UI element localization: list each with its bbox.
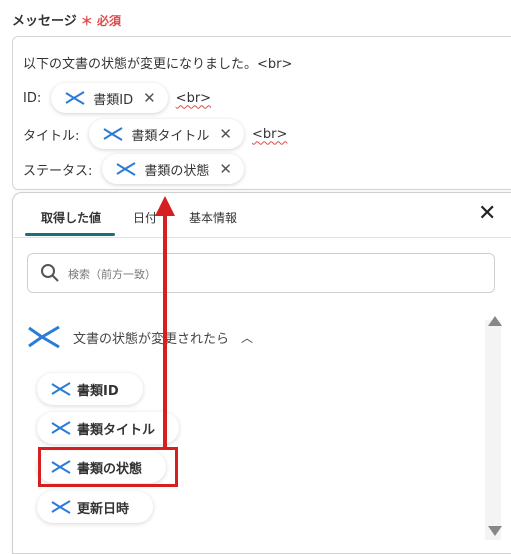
message-line-3: タイトル: 書類タイトル ✕ <br>	[23, 119, 287, 149]
message-textarea[interactable]: 以下の文書の状態が変更になりました。<br> ID: 書類ID ✕ <br> タ…	[12, 36, 511, 190]
annotation-arrow-head	[155, 196, 175, 216]
remove-icon[interactable]: ✕	[219, 160, 232, 178]
remove-icon[interactable]: ✕	[219, 125, 232, 143]
app-logo-icon	[51, 421, 71, 435]
message-line-2: ID: 書類ID ✕ <br>	[23, 83, 211, 113]
app-logo-icon	[65, 91, 85, 105]
remove-icon[interactable]: ✕	[143, 89, 156, 107]
list-item-doc-title[interactable]: 書類タイトル	[37, 412, 180, 444]
variable-chip-doc-title[interactable]: 書類タイトル ✕	[89, 119, 244, 149]
active-tab-indicator	[25, 233, 115, 236]
search-icon	[41, 264, 59, 282]
tab-retrieved-values[interactable]: 取得した値	[41, 209, 101, 226]
app-logo-icon	[51, 500, 71, 514]
scroll-up-icon[interactable]	[488, 316, 502, 326]
close-icon[interactable]: ✕	[478, 203, 496, 225]
scrollbar-track[interactable]	[485, 320, 501, 540]
annotation-arrow-shaft	[163, 212, 167, 448]
tab-date[interactable]: 日付	[133, 209, 157, 226]
variable-chip-doc-status[interactable]: 書類の状態 ✕	[102, 154, 244, 184]
search-placeholder: 検索（前方一致）	[68, 268, 156, 281]
app-logo-icon	[28, 325, 60, 349]
variable-picker-panel: 取得した値 日付 基本情報 ✕ 検索（前方一致） 文書の状態が変更されたら ︿ …	[12, 192, 511, 554]
chevron-up-icon[interactable]: ︿	[241, 329, 253, 346]
tab-basic-info[interactable]: 基本情報	[189, 209, 237, 226]
list-item-doc-id[interactable]: 書類ID	[37, 373, 143, 405]
app-logo-icon	[51, 382, 71, 396]
list-item-updated-at[interactable]: 更新日時	[37, 491, 154, 523]
field-label-text: メッセージ	[12, 14, 77, 29]
message-line-4: ステータス: 書類の状態 ✕	[23, 154, 244, 184]
variable-chip-doc-id[interactable]: 書類ID ✕	[51, 83, 168, 113]
trigger-group-header[interactable]: 文書の状態が変更されたら ︿	[27, 325, 253, 349]
message-field-label: メッセージ＊ 必須	[12, 10, 121, 29]
highlight-box	[38, 447, 178, 487]
group-title: 文書の状態が変更されたら	[73, 331, 230, 347]
required-mark: ＊ 必須	[80, 14, 121, 28]
scroll-down-icon[interactable]	[488, 526, 502, 536]
app-logo-icon	[103, 127, 123, 141]
message-line-1: 以下の文書の状態が変更になりました。<br>	[23, 57, 293, 72]
search-input[interactable]: 検索（前方一致）	[27, 253, 495, 293]
tab-bar: 取得した値 日付 基本情報 ✕	[13, 193, 511, 238]
app-logo-icon	[116, 162, 136, 176]
